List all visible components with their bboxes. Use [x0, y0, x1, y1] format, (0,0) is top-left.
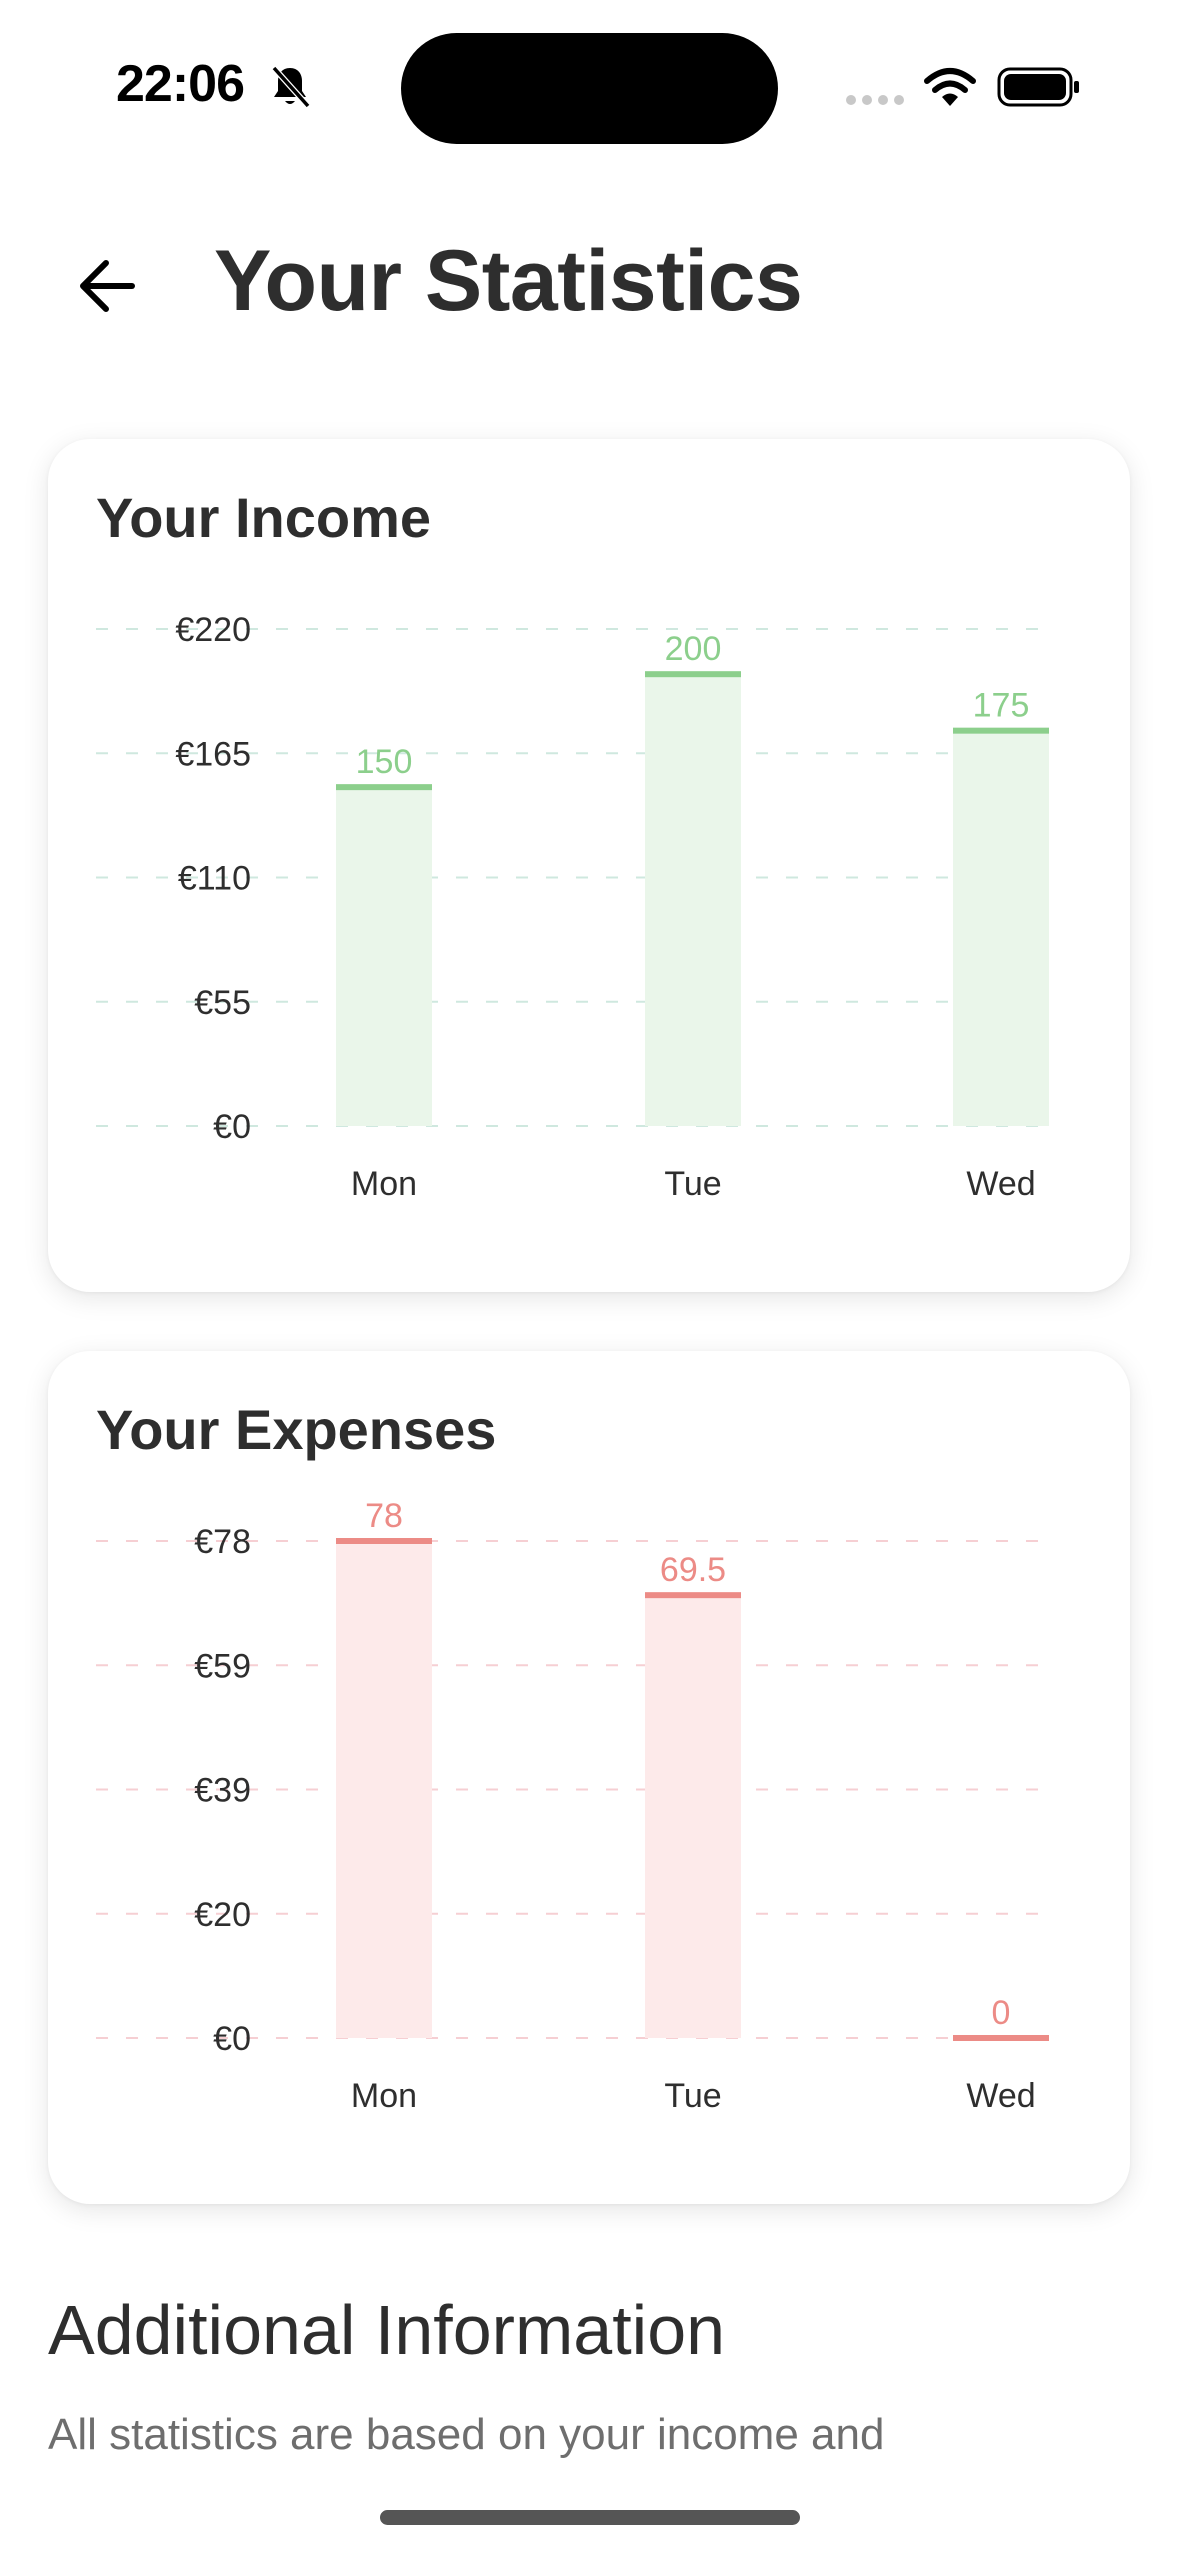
- status-bar: 22:06: [0, 0, 1179, 170]
- x-tick-label: Mon: [351, 2077, 417, 2115]
- additional-info-text: All statistics are based on your income …: [48, 2410, 885, 2459]
- x-tick-label: Wed: [966, 2077, 1035, 2115]
- back-arrow-icon[interactable]: [74, 253, 140, 319]
- y-tick-label: €55: [194, 984, 251, 1022]
- data-label: 69.5: [660, 1551, 726, 1589]
- bar-top-line: [645, 1592, 741, 1599]
- bar-top-line: [953, 2035, 1049, 2041]
- bar-top-line: [953, 727, 1049, 734]
- dynamic-island: [401, 33, 778, 144]
- x-tick-label: Wed: [966, 1165, 1035, 1203]
- expenses-chart: €0 €20 €39 €59 €78 78 Mon 69.5 Tue 0 Wed: [96, 1497, 1053, 2115]
- bar: [645, 674, 741, 1126]
- additional-info-title: Additional Information: [48, 2291, 726, 2369]
- y-tick-label: €220: [175, 611, 251, 649]
- expenses-card: Your Expenses €0 €20 €39 €59 €78 78 Mon 69.5 Tue…: [48, 1351, 1130, 2204]
- y-tick-label: €165: [175, 735, 251, 773]
- y-tick-label: €39: [194, 1772, 251, 1810]
- y-tick-label: €59: [194, 1647, 251, 1685]
- x-tick-label: Mon: [351, 1165, 417, 1203]
- bar: [645, 1595, 741, 2038]
- bar-top-line: [645, 671, 741, 678]
- page-title: Your Statistics: [214, 233, 803, 329]
- x-tick-label: Tue: [664, 1165, 721, 1203]
- bar-top-line: [336, 784, 432, 791]
- bar: [336, 1541, 432, 2038]
- data-label: 175: [973, 687, 1030, 725]
- y-tick-label: €0: [213, 1108, 251, 1146]
- income-chart: €0 €55 €110 €165 €220 150 Mon 200 Tue 175 Wed: [96, 611, 1053, 1203]
- bell-slash-icon: [271, 65, 311, 109]
- cellular-signal-icon: [846, 95, 904, 105]
- status-time: 22:06: [116, 55, 245, 113]
- data-label: 78: [365, 1497, 403, 1535]
- data-label: 0: [992, 1994, 1011, 2032]
- home-indicator: [380, 2510, 800, 2525]
- x-tick-label: Tue: [664, 2077, 721, 2115]
- battery-icon: [997, 67, 1079, 107]
- data-label: 200: [665, 630, 722, 668]
- bar-top-line: [336, 1538, 432, 1544]
- y-tick-label: €0: [213, 2020, 251, 2058]
- bar: [336, 787, 432, 1126]
- bar: [953, 730, 1049, 1126]
- y-tick-label: €20: [194, 1896, 251, 1934]
- y-tick-label: €110: [178, 860, 251, 898]
- data-label: 150: [356, 743, 413, 781]
- y-tick-label: €78: [194, 1523, 251, 1561]
- wifi-icon: [924, 68, 976, 106]
- income-card: Your Income €0 €55 €110 €165 €220 150 Mon 200 Tu…: [48, 439, 1130, 1292]
